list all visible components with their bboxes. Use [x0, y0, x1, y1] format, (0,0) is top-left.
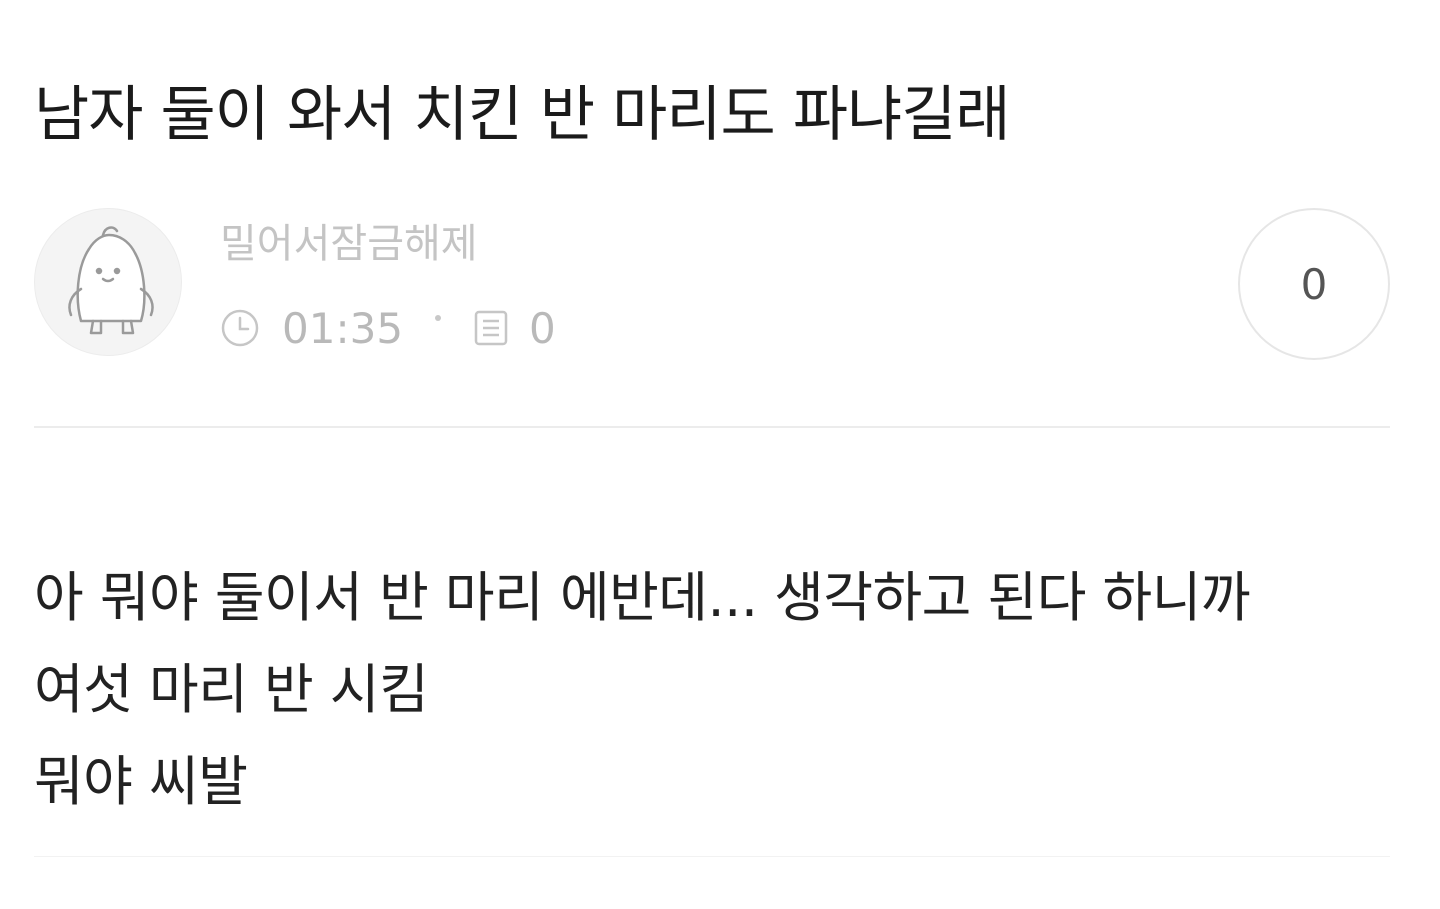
author-row: 밀어서잠금해제 01:35 0 0 — [34, 206, 1390, 366]
body-line: 여섯 마리 반 시킴 — [34, 658, 429, 721]
comment-count: 0 — [529, 303, 556, 353]
post-body: 아 뭐야 둘이서 반 마리 에반데... 생각하고 된다 하니까 여섯 마리 반… — [34, 552, 1414, 828]
header-divider — [34, 426, 1390, 428]
body-line: 뭐야 씨발 — [34, 750, 248, 813]
comment-icon — [474, 310, 508, 346]
post-view: 남자 둘이 와서 치킨 반 마리도 파냐길래 밀어서잠금해제 01:35 0 0… — [0, 0, 1440, 909]
penguin-avatar-icon — [68, 226, 154, 335]
author-name[interactable]: 밀어서잠금해제 — [220, 218, 478, 270]
clock-icon — [221, 309, 259, 347]
like-button[interactable]: 0 — [1238, 208, 1390, 360]
bottom-divider — [34, 856, 1390, 857]
post-meta: 01:35 0 — [220, 302, 556, 354]
post-title: 남자 둘이 와서 치킨 반 마리도 파냐길래 — [34, 80, 1011, 150]
meta-separator — [435, 315, 442, 321]
post-time: 01:35 — [282, 303, 404, 353]
like-count: 0 — [1300, 259, 1328, 309]
body-line: 아 뭐야 둘이서 반 마리 에반데... 생각하고 된다 하니까 — [34, 566, 1251, 629]
author-avatar[interactable] — [34, 208, 182, 356]
